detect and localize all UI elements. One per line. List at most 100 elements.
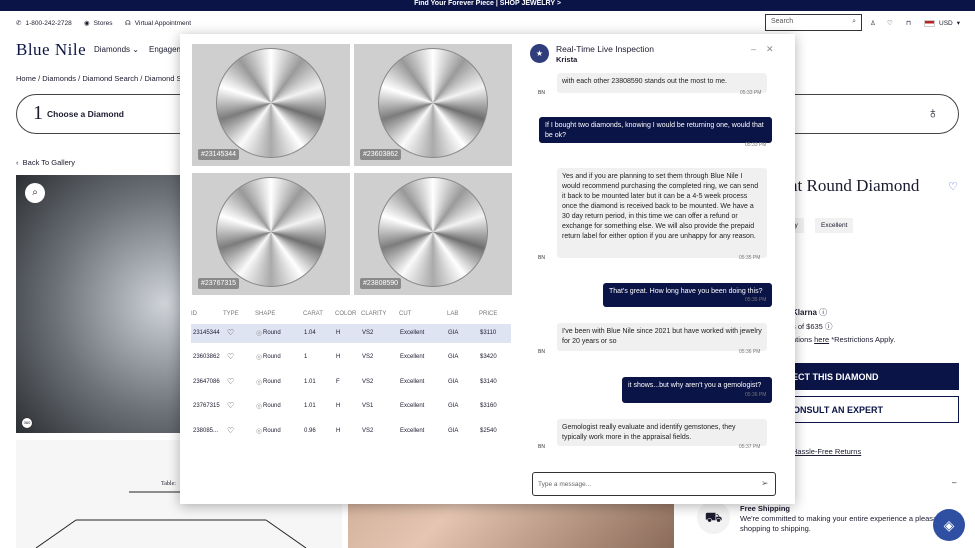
table-row[interactable]: 238085... Round 0.96 H VS2 Excellent GIA $2540 ♡…	[191, 422, 511, 441]
col-type[interactable]: TYPE	[223, 311, 239, 317]
diamond-tile[interactable]: #23808590	[354, 173, 512, 295]
col-carat[interactable]: CARAT	[303, 311, 323, 317]
diamond-photo[interactable]	[16, 175, 181, 433]
account-icon[interactable]: ♙	[870, 17, 876, 29]
chat-launcher-icon[interactable]: ◈	[933, 509, 965, 541]
cell-shape: Round	[263, 330, 281, 336]
round-shape-icon: ◎	[256, 403, 263, 411]
diamond-tile[interactable]: #23145344	[192, 44, 350, 166]
cell-price: $3420	[480, 354, 497, 361]
chat-messages[interactable]: with each other 23808590 stands out the …	[530, 70, 782, 462]
promo-banner[interactable]: Find Your Forever Piece | SHOP JEWELRY >	[0, 0, 975, 11]
nav-engagement[interactable]: Engagem	[149, 45, 183, 54]
col-shape[interactable]: SHAPE	[255, 311, 275, 317]
logo[interactable]: Blue Nile	[16, 40, 86, 60]
step-number: 1	[33, 102, 43, 124]
search-input[interactable]: Search ⌕	[765, 14, 862, 31]
heart-icon[interactable]: ♡	[227, 328, 234, 337]
agent-initials: BN	[538, 444, 545, 450]
cell-clarity: VS2	[362, 378, 374, 385]
cell-cut: Excellent	[400, 427, 425, 434]
round-shape-icon: ◎	[256, 330, 263, 337]
cell-price: $2540	[480, 427, 497, 434]
phone-link[interactable]: ✆ 1-800-242-2728	[16, 17, 72, 29]
financing-here-link[interactable]: here	[814, 335, 829, 344]
ring-icon: ♁	[927, 105, 939, 122]
stores-link[interactable]: ◉ Stores	[84, 17, 112, 29]
360-icon[interactable]: 360	[21, 417, 33, 429]
free-shipping-title: Free Shipping	[740, 504, 791, 513]
cell-shape: Round	[263, 427, 281, 434]
col-price[interactable]: PRICE	[479, 311, 497, 317]
cell-clarity: VS1	[362, 403, 374, 410]
cut-chip[interactable]: Excellent	[815, 218, 854, 233]
info-icon[interactable]: ⓘ	[819, 308, 827, 317]
chat-title: Real-Time Live Inspection	[556, 44, 654, 54]
currency-selector[interactable]: USD ▾	[924, 17, 960, 29]
chevron-down-icon: ▾	[956, 20, 960, 27]
message-text: Yes and if you are planning to set them …	[562, 173, 759, 240]
close-icon[interactable]: ✕	[766, 44, 774, 55]
info-icon[interactable]: ⓘ	[825, 322, 833, 331]
select-diamond-button[interactable]: ECT THIS DIAMOND	[770, 363, 959, 390]
crumb-home[interactable]: Home	[16, 74, 36, 83]
tile-id: #23603862	[360, 149, 402, 160]
search-icon[interactable]: ⌕	[852, 18, 856, 26]
nav-diamonds[interactable]: Diamonds ⌄	[94, 45, 139, 54]
diamond-tile[interactable]: #23603862	[354, 44, 512, 166]
cell-shape: Round	[263, 378, 281, 385]
cell-lab: GIA	[448, 403, 459, 410]
chevron-left-icon: ‹	[16, 158, 19, 167]
message-time: 05:33 PM	[740, 90, 762, 96]
round-shape-icon: ◎	[256, 427, 263, 435]
agent-initials: BN	[538, 90, 545, 96]
tile-id: #23145344	[198, 149, 240, 160]
col-color[interactable]: COLOR	[335, 311, 356, 317]
consult-expert-button[interactable]: ONSULT AN EXPERT	[770, 396, 959, 423]
crumb-search[interactable]: Diamond Search	[82, 74, 138, 83]
agent-avatar-icon: ★	[530, 44, 549, 63]
phone-icon: ✆	[16, 20, 22, 27]
heart-icon[interactable]: ♡	[227, 352, 234, 361]
send-icon[interactable]: ➢	[761, 478, 769, 489]
cell-cut: Excellent	[400, 378, 425, 385]
back-to-gallery[interactable]: ‹ Back To Gallery	[16, 158, 75, 167]
minimize-icon[interactable]: –	[751, 44, 756, 54]
message-text: If I bought two diamonds, knowing I woul…	[545, 122, 764, 139]
message-text: That's great. How long have you been doi…	[609, 288, 763, 295]
returns-link[interactable]: Hassle-Free Returns	[792, 447, 861, 456]
zoom-icon[interactable]: ⌕	[25, 183, 45, 203]
chat-message-input[interactable]: Type a message...	[532, 472, 776, 496]
col-cut[interactable]: CUT	[399, 311, 411, 317]
table-row[interactable]: 23603862 Round 1 H VS2 Excellent GIA $3420 ♡ ◎	[191, 348, 511, 367]
message-text: I've been with Blue Nile since 2021 but …	[562, 328, 762, 345]
table-row[interactable]: 23767315 Round 1.01 H VS1 Excellent GIA $3160 ♡ ◎	[191, 397, 511, 416]
virtual-appointment-link[interactable]: ☊ Virtual Appointment	[125, 17, 191, 29]
col-lab[interactable]: LAB	[447, 311, 458, 317]
tile-id: #23767315	[198, 278, 240, 289]
heart-icon[interactable]: ♡	[227, 426, 234, 435]
wishlist-heart-icon[interactable]: ♡	[948, 180, 958, 193]
klarna-label: Klarna ⓘ	[792, 307, 827, 318]
tile-id: #23808590	[360, 278, 402, 289]
chevron-up-icon[interactable]: –	[952, 478, 956, 487]
message-time: 05:36 PM	[739, 349, 761, 355]
heart-icon[interactable]: ♡	[227, 401, 234, 410]
step-label[interactable]: Choose a Diamond	[47, 109, 124, 119]
agent-initials: BN	[538, 255, 545, 261]
bag-icon[interactable]: ⊓	[906, 17, 911, 29]
cell-color: F	[336, 378, 340, 385]
cell-color: H	[336, 403, 341, 410]
cell-carat: 1.01	[304, 378, 316, 385]
diamond-tile[interactable]: #23767315	[192, 173, 350, 295]
table-row[interactable]: 23145344 Round 1.04 H VS2 Excellent GIA $3110 ♡ ◎	[191, 324, 511, 343]
crumb-diamonds[interactable]: Diamonds	[42, 74, 76, 83]
col-clarity[interactable]: CLARITY	[361, 311, 386, 317]
col-id[interactable]: ID	[191, 311, 197, 317]
heart-icon[interactable]: ♡	[227, 377, 234, 386]
chat-header: ★ Real-Time Live Inspection Krista – ✕	[530, 42, 780, 68]
heart-icon[interactable]: ♡	[887, 17, 893, 29]
message-agent: I've been with Blue Nile since 2021 but …	[557, 323, 767, 351]
message-text: it shows...but why aren't you a gemologi…	[628, 382, 762, 389]
table-row[interactable]: 23647086 Round 1.01 F VS2 Excellent GIA $3140 ♡ ◎	[191, 373, 511, 392]
